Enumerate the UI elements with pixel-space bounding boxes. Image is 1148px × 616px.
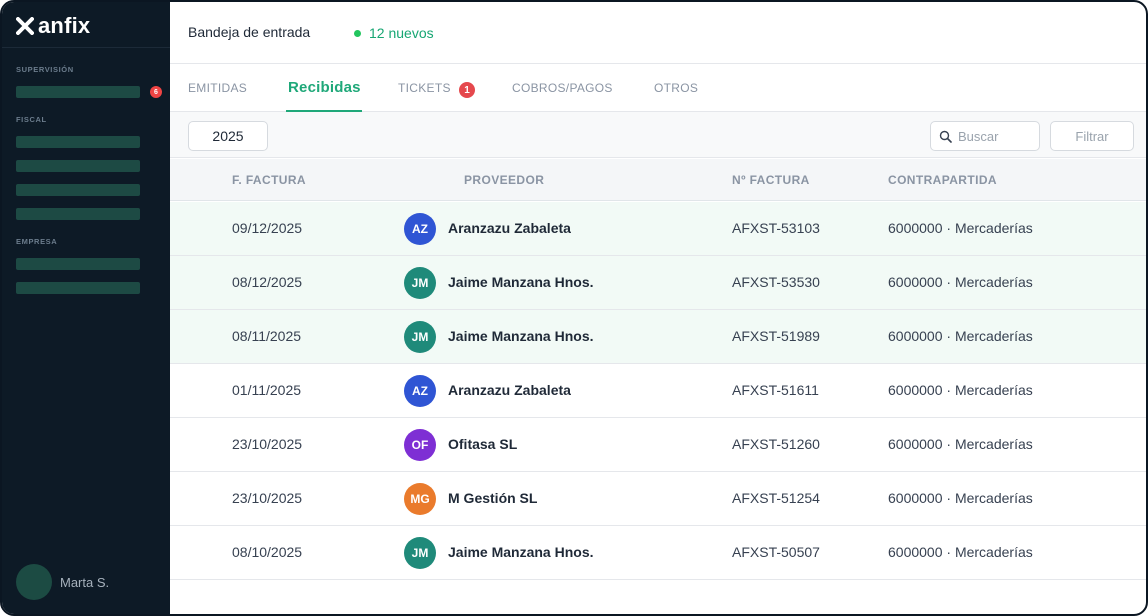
invoice-number: AFXST-51260 xyxy=(732,436,820,452)
user-name: Marta S. xyxy=(60,574,110,590)
user-profile[interactable]: Marta S. xyxy=(16,564,109,600)
supplier-name: M Gestión SL xyxy=(448,490,538,506)
column-header-account[interactable]: CONTRAPARTIDA xyxy=(888,173,997,187)
counter-account: 6000000 · Mercaderías xyxy=(888,490,1033,506)
app-window: anfix SUPERVISIÓN 6 FISCAL EMPRESA Marta… xyxy=(0,0,1148,616)
main-panel: Bandeja de entrada 12 nuevos EMITIDAS Re… xyxy=(170,2,1146,614)
invoice-date: 09/12/2025 xyxy=(232,220,303,236)
invoice-number: AFXST-53530 xyxy=(732,274,820,290)
supplier-avatar: MG xyxy=(404,483,436,515)
table-row[interactable]: 23/10/2025 OF Ofitasa SL AFXST-51260 600… xyxy=(170,418,1146,472)
search-input[interactable] xyxy=(958,128,1034,144)
search-box[interactable] xyxy=(930,121,1040,151)
sidebar-item[interactable] xyxy=(16,86,140,98)
invoice-date: 01/11/2025 xyxy=(232,382,302,398)
sidebar-item[interactable] xyxy=(16,184,140,196)
table-row[interactable]: 08/11/2025 JM Jaime Manzana Hnos. AFXST-… xyxy=(170,310,1146,364)
table-row[interactable]: 23/10/2025 MG M Gestión SL AFXST-51254 6… xyxy=(170,472,1146,526)
tab-bar: EMITIDAS Recibidas TICKETS 1 COBROS/PAGO… xyxy=(170,64,1146,112)
invoice-number: AFXST-50507 xyxy=(732,544,820,560)
supplier-avatar: JM xyxy=(404,267,436,299)
tab-recibidas[interactable]: Recibidas xyxy=(288,79,361,96)
supplier-name: Aranzazu Zabaleta xyxy=(448,220,571,236)
sidebar-section-empresa: EMPRESA xyxy=(16,237,58,246)
filter-button[interactable]: Filtrar xyxy=(1050,121,1134,151)
sidebar-item[interactable] xyxy=(16,136,140,148)
year-selector[interactable]: 2025 xyxy=(188,121,268,151)
tab-tickets[interactable]: TICKETS xyxy=(398,81,451,95)
tab-otros[interactable]: OTROS xyxy=(654,81,698,95)
tickets-count-badge: 1 xyxy=(459,82,475,98)
counter-account: 6000000 · Mercaderías xyxy=(888,274,1033,290)
sidebar-item[interactable] xyxy=(16,160,140,172)
table-row[interactable]: 09/12/2025 AZ Aranzazu Zabaleta AFXST-53… xyxy=(170,202,1146,256)
sidebar-item[interactable] xyxy=(16,258,140,270)
counter-account: 6000000 · Mercaderías xyxy=(888,220,1033,236)
search-icon xyxy=(939,130,952,143)
sidebar-item[interactable] xyxy=(16,208,140,220)
invoice-number: AFXST-51254 xyxy=(732,490,820,506)
supplier-name: Jaime Manzana Hnos. xyxy=(448,328,594,344)
invoice-date: 23/10/2025 xyxy=(232,436,303,452)
counter-account: 6000000 · Mercaderías xyxy=(888,328,1033,344)
sidebar-notification-badge: 6 xyxy=(150,86,162,98)
supplier-name: Jaime Manzana Hnos. xyxy=(448,274,594,290)
sidebar-divider xyxy=(2,47,170,48)
table-row[interactable]: 01/11/2025 AZ Aranzazu Zabaleta AFXST-51… xyxy=(170,364,1146,418)
invoice-table-body: 09/12/2025 AZ Aranzazu Zabaleta AFXST-53… xyxy=(170,202,1146,580)
supplier-name: Jaime Manzana Hnos. xyxy=(448,544,594,560)
anfix-logo-icon xyxy=(16,17,34,35)
supplier-name: Aranzazu Zabaleta xyxy=(448,382,571,398)
top-bar: Bandeja de entrada 12 nuevos xyxy=(170,2,1146,64)
tab-emitidas[interactable]: EMITIDAS xyxy=(188,81,247,95)
supplier-avatar: JM xyxy=(404,321,436,353)
supplier-avatar: OF xyxy=(404,429,436,461)
sidebar-item[interactable] xyxy=(16,282,140,294)
counter-account: 6000000 · Mercaderías xyxy=(888,382,1033,398)
filter-toolbar: 2025 Filtrar xyxy=(170,112,1146,158)
counter-account: 6000000 · Mercaderías xyxy=(888,436,1033,452)
invoice-date: 08/11/2025 xyxy=(232,328,302,344)
column-header-invoice-number[interactable]: Nº FACTURA xyxy=(732,173,810,187)
page-title: Bandeja de entrada xyxy=(188,24,311,40)
tab-cobros-pagos[interactable]: COBROS/PAGOS xyxy=(512,81,613,95)
table-header: F. FACTURA PROVEEDOR Nº FACTURA CONTRAPA… xyxy=(170,159,1146,201)
brand-logo[interactable]: anfix xyxy=(16,13,91,38)
avatar xyxy=(16,564,52,600)
invoice-date: 08/10/2025 xyxy=(232,544,303,560)
supplier-avatar: AZ xyxy=(404,213,436,245)
sidebar-section-supervision: SUPERVISIÓN xyxy=(16,65,74,74)
supplier-avatar: AZ xyxy=(404,375,436,407)
table-row[interactable]: 08/12/2025 JM Jaime Manzana Hnos. AFXST-… xyxy=(170,256,1146,310)
invoice-date: 23/10/2025 xyxy=(232,490,303,506)
column-header-date[interactable]: F. FACTURA xyxy=(232,173,306,187)
supplier-avatar: JM xyxy=(404,537,436,569)
invoice-number: AFXST-51989 xyxy=(732,328,820,344)
sidebar-section-fiscal: FISCAL xyxy=(16,115,47,124)
brand-name: anfix xyxy=(38,13,91,38)
new-items-count[interactable]: 12 nuevos xyxy=(369,25,434,41)
sidebar: anfix SUPERVISIÓN 6 FISCAL EMPRESA Marta… xyxy=(2,2,170,614)
status-dot-icon xyxy=(354,30,361,37)
supplier-name: Ofitasa SL xyxy=(448,436,518,452)
invoice-number: AFXST-53103 xyxy=(732,220,820,236)
column-header-supplier[interactable]: PROVEEDOR xyxy=(464,173,544,187)
counter-account: 6000000 · Mercaderías xyxy=(888,544,1033,560)
invoice-date: 08/12/2025 xyxy=(232,274,303,290)
invoice-number: AFXST-51611 xyxy=(732,382,819,398)
table-row[interactable]: 08/10/2025 JM Jaime Manzana Hnos. AFXST-… xyxy=(170,526,1146,580)
